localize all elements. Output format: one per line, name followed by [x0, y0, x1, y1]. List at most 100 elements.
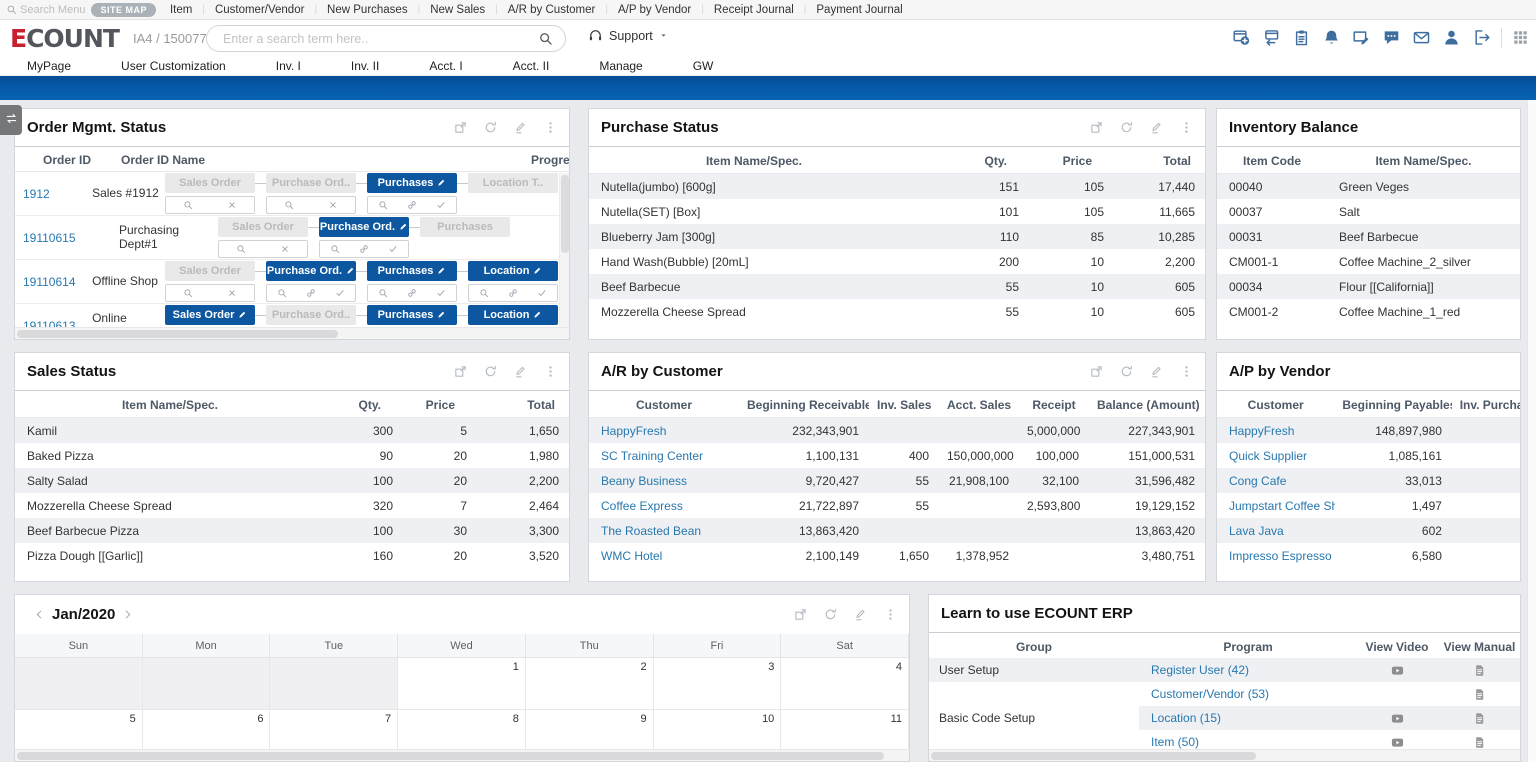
- chat-icon[interactable]: [1383, 29, 1400, 46]
- scroll-thumb[interactable]: [17, 330, 338, 338]
- nav-item-user-customization[interactable]: User Customization: [121, 59, 226, 73]
- search-submit-icon[interactable]: [538, 31, 553, 46]
- edit-icon[interactable]: [514, 121, 527, 134]
- close-icon[interactable]: [227, 200, 237, 210]
- horizontal-scrollbar[interactable]: [15, 327, 569, 339]
- link-icon[interactable]: [306, 288, 316, 298]
- open-in-new-icon[interactable]: [1090, 121, 1103, 134]
- search-icon[interactable]: [183, 288, 193, 298]
- search-input[interactable]: [207, 32, 538, 46]
- widget-drawer-toggle[interactable]: [0, 105, 22, 135]
- manual-doc-icon[interactable]: [1473, 712, 1486, 725]
- order-id-link[interactable]: 19110614: [23, 275, 76, 289]
- search-icon[interactable]: [378, 288, 388, 298]
- workflow-step-button[interactable]: Sales Order: [165, 173, 255, 193]
- open-in-new-icon[interactable]: [1090, 365, 1103, 378]
- workflow-step-button[interactable]: Purchase Ord.: [266, 261, 356, 281]
- order-id-link[interactable]: 1912: [23, 187, 50, 201]
- search-icon[interactable]: [330, 244, 340, 254]
- search-icon[interactable]: [236, 244, 246, 254]
- apps-grid-icon[interactable]: [1513, 30, 1528, 45]
- ecount-logo[interactable]: ECOUNT: [10, 24, 119, 53]
- mail-icon[interactable]: [1413, 29, 1430, 46]
- row-link[interactable]: HappyFresh: [1229, 424, 1294, 438]
- check-icon[interactable]: [436, 200, 446, 210]
- quick-menu-item[interactable]: Payment Journal: [816, 4, 902, 16]
- check-icon[interactable]: [335, 288, 345, 298]
- workflow-step-button[interactable]: Purchases: [420, 217, 510, 237]
- order-id-link[interactable]: 19110615: [23, 231, 76, 245]
- video-icon[interactable]: [1391, 664, 1404, 677]
- horizontal-scrollbar[interactable]: [929, 749, 1520, 761]
- row-link[interactable]: Cong Cafe: [1229, 474, 1286, 488]
- program-link[interactable]: Customer/Vendor (53): [1151, 687, 1269, 701]
- close-icon[interactable]: [227, 288, 237, 298]
- scroll-thumb[interactable]: [931, 752, 1256, 760]
- search-icon[interactable]: [183, 200, 193, 210]
- board-edit-icon[interactable]: [1353, 29, 1370, 46]
- search-icon[interactable]: [479, 288, 489, 298]
- row-link[interactable]: SC Training Center: [601, 449, 703, 463]
- row-link[interactable]: The Roasted Bean: [601, 524, 701, 538]
- edit-icon[interactable]: [1150, 365, 1163, 378]
- manual-doc-icon[interactable]: [1473, 736, 1486, 749]
- close-icon[interactable]: [280, 244, 290, 254]
- quick-menu-item[interactable]: A/P by Vendor: [618, 4, 691, 16]
- refresh-icon[interactable]: [1120, 365, 1133, 378]
- browser-scrollbar-gutter[interactable]: [1527, 100, 1536, 762]
- calendar-next-icon[interactable]: [122, 609, 133, 620]
- workflow-step-button[interactable]: Purchase Ord..: [266, 173, 356, 193]
- workflow-step-button[interactable]: Sales Order: [165, 261, 255, 281]
- row-link[interactable]: Lava Java: [1229, 524, 1284, 538]
- row-link[interactable]: WMC Hotel: [601, 549, 662, 563]
- search-icon[interactable]: [277, 288, 287, 298]
- close-icon[interactable]: [328, 200, 338, 210]
- video-icon[interactable]: [1391, 736, 1404, 749]
- search-icon[interactable]: [378, 200, 388, 210]
- workflow-step-button[interactable]: Sales Order: [165, 305, 255, 325]
- quick-menu-item[interactable]: Receipt Journal: [714, 4, 794, 16]
- new-window-icon[interactable]: [1233, 29, 1250, 46]
- calendar-day-cell[interactable]: 4: [781, 658, 909, 710]
- todo-clipboard-icon[interactable]: [1293, 29, 1310, 46]
- scroll-thumb[interactable]: [561, 175, 569, 253]
- open-in-new-icon[interactable]: [794, 608, 807, 621]
- calendar-day-cell[interactable]: 3: [654, 658, 782, 710]
- notifications-icon[interactable]: [1323, 29, 1340, 46]
- search-menu-label[interactable]: Search Menu: [20, 4, 85, 16]
- quick-menu-item[interactable]: New Sales: [430, 4, 485, 16]
- edit-icon[interactable]: [1150, 121, 1163, 134]
- more-icon[interactable]: [1180, 365, 1193, 378]
- nav-item-acct-i[interactable]: Acct. I: [429, 59, 462, 73]
- site-map-badge[interactable]: SITE MAP: [91, 3, 156, 17]
- link-icon[interactable]: [407, 200, 417, 210]
- row-link[interactable]: HappyFresh: [601, 424, 666, 438]
- refresh-icon[interactable]: [484, 365, 497, 378]
- open-in-new-icon[interactable]: [454, 365, 467, 378]
- scroll-thumb[interactable]: [17, 752, 884, 760]
- row-link[interactable]: Coffee Express: [601, 499, 683, 513]
- workflow-step-button[interactable]: Sales Order: [218, 217, 308, 237]
- edit-icon[interactable]: [854, 608, 867, 621]
- calendar-day-cell[interactable]: [143, 658, 271, 710]
- search-icon[interactable]: [284, 200, 294, 210]
- nav-item-acct-ii[interactable]: Acct. II: [513, 59, 550, 73]
- workflow-step-button[interactable]: Purchases: [367, 305, 457, 325]
- more-icon[interactable]: [544, 121, 557, 134]
- link-icon[interactable]: [407, 288, 417, 298]
- calendar-day-cell[interactable]: [270, 658, 398, 710]
- quick-menu-item[interactable]: New Purchases: [327, 4, 408, 16]
- nav-item-manage[interactable]: Manage: [599, 59, 642, 73]
- check-icon[interactable]: [388, 244, 398, 254]
- nav-item-inv-i[interactable]: Inv. I: [276, 59, 301, 73]
- workflow-step-button[interactable]: Location: [468, 261, 558, 281]
- nav-item-gw[interactable]: GW: [693, 59, 714, 73]
- workflow-step-button[interactable]: Location T..: [468, 173, 558, 193]
- open-in-new-icon[interactable]: [454, 121, 467, 134]
- previous-window-icon[interactable]: [1263, 29, 1280, 46]
- row-link[interactable]: Jumpstart Coffee Shop: [1229, 499, 1335, 513]
- program-link[interactable]: Register User (42): [1151, 663, 1249, 677]
- link-icon[interactable]: [508, 288, 518, 298]
- more-icon[interactable]: [544, 365, 557, 378]
- workflow-step-button[interactable]: Purchases: [367, 173, 457, 193]
